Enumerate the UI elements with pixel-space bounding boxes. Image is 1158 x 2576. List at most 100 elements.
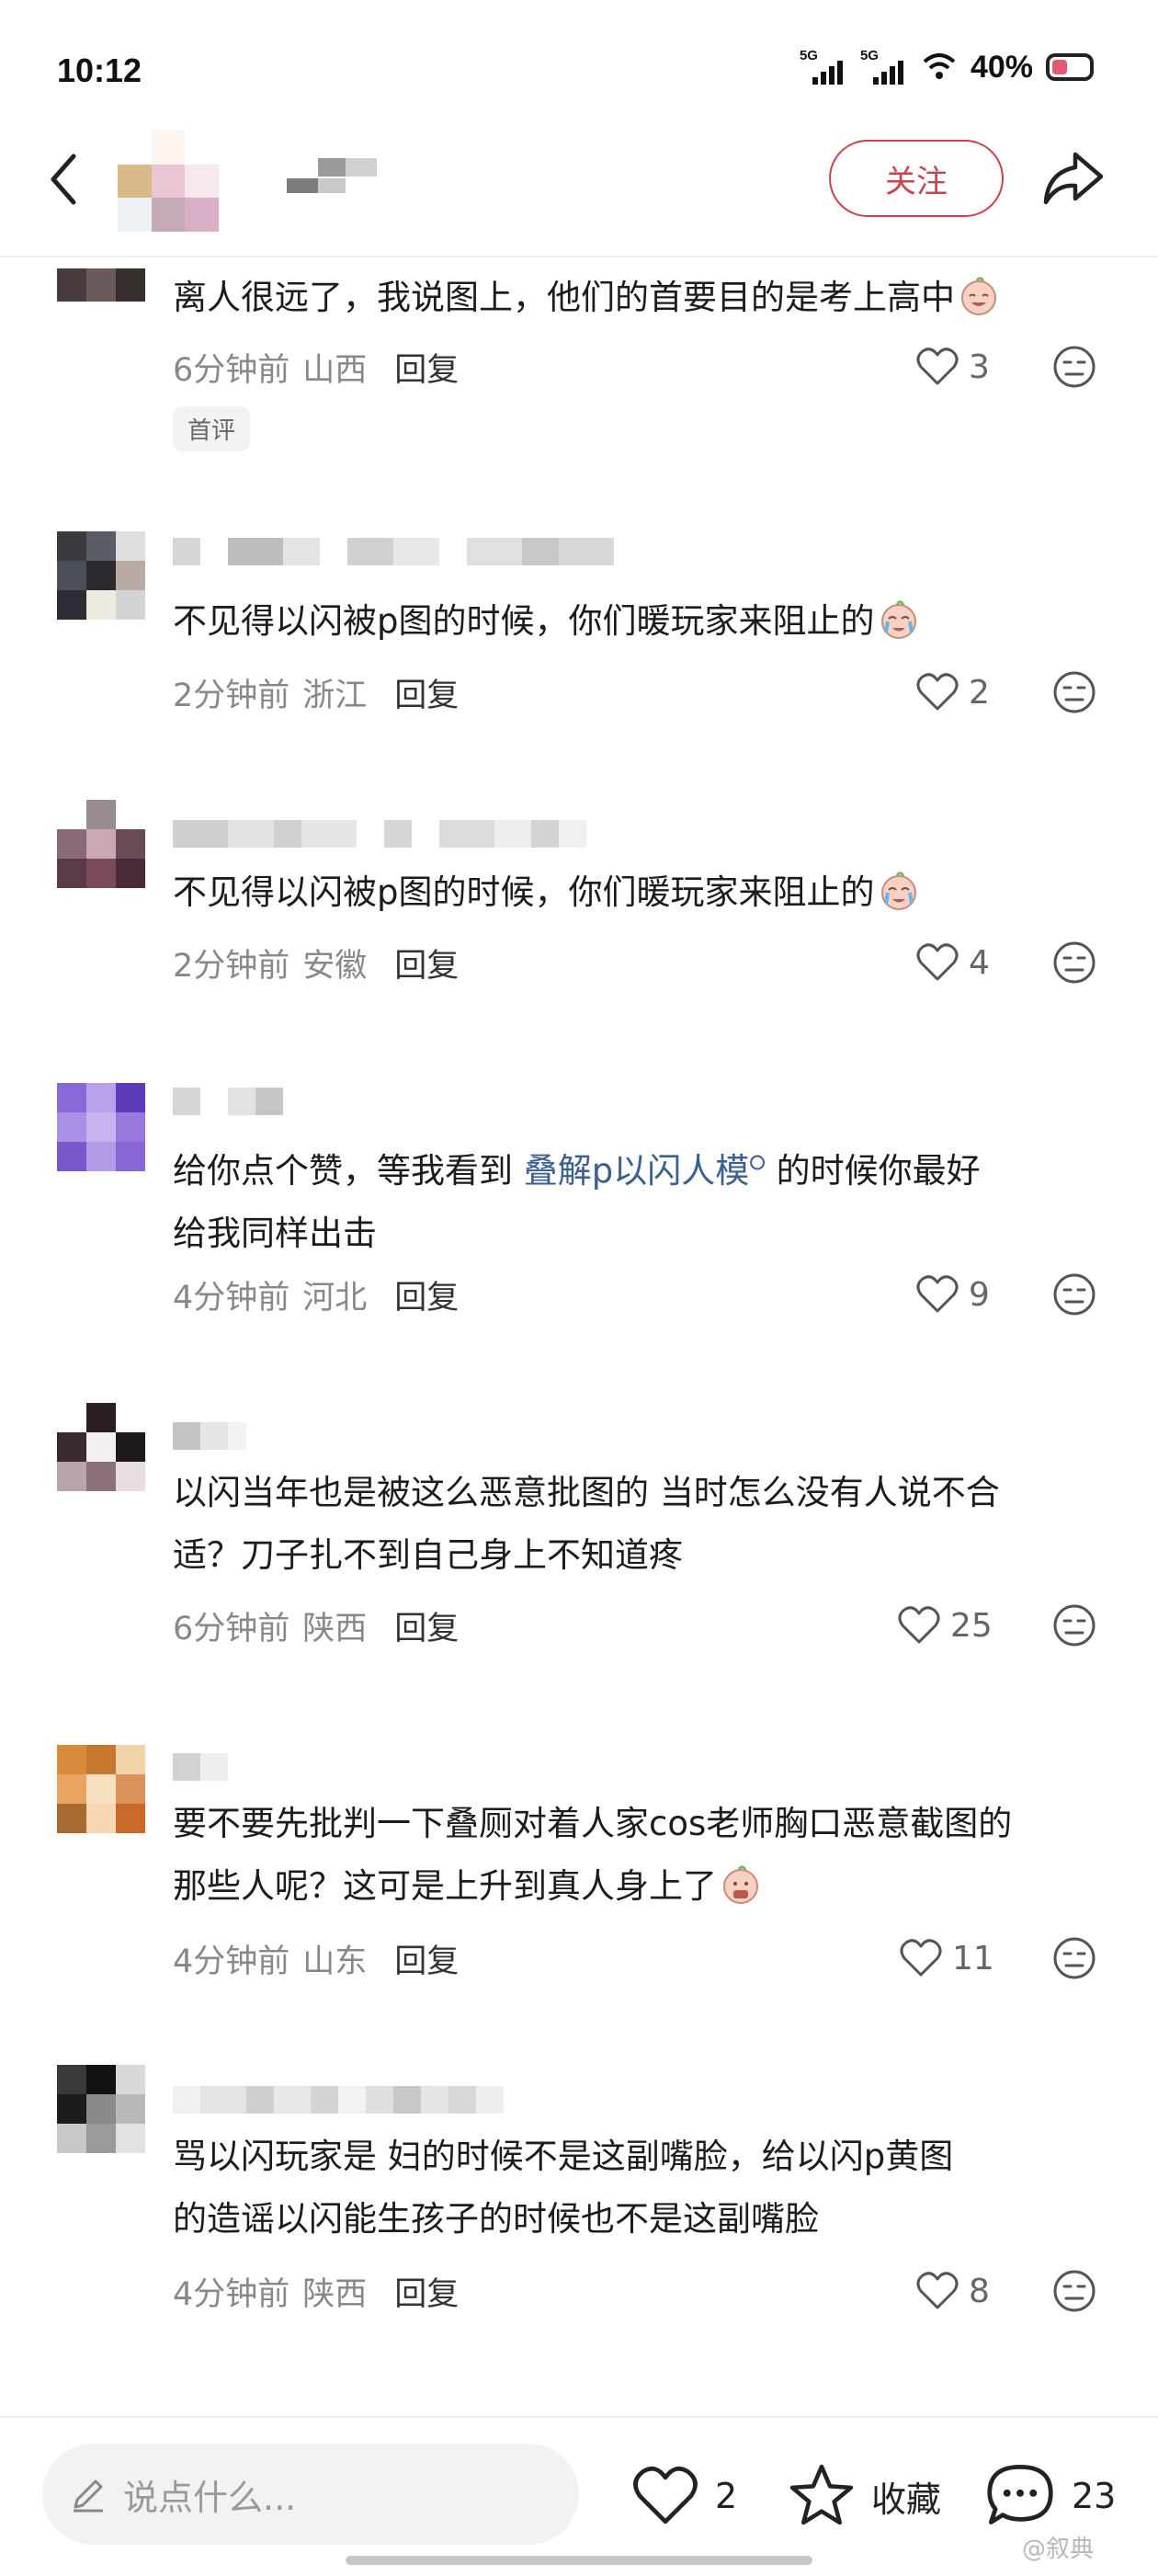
status-bar: 10:12 5G 5G 40%	[0, 0, 1158, 138]
comment-input-placeholder: 说点什么...	[123, 2477, 297, 2518]
reply-button[interactable]: 回复	[394, 1602, 459, 1649]
comment-bubble-icon	[987, 2464, 1053, 2525]
star-icon	[789, 2464, 854, 2525]
comment-meta: 2分钟前 安徽 回复	[173, 935, 459, 990]
heart-icon	[916, 1275, 959, 1313]
comment-time: 2分钟前	[173, 947, 290, 985]
reply-button[interactable]: 回复	[394, 669, 459, 716]
battery-percent: 40%	[970, 49, 1033, 85]
like-button[interactable]: 2	[915, 665, 990, 720]
commenter-avatar[interactable]	[57, 1745, 145, 1833]
comment-time: 6分钟前	[173, 351, 290, 389]
like-button[interactable]: 3	[915, 339, 990, 394]
dislike-face-icon[interactable]	[1051, 940, 1097, 986]
like-count: 2	[969, 673, 990, 712]
like-button[interactable]: 9	[915, 1267, 990, 1322]
like-button[interactable]: 11	[899, 1931, 994, 1986]
comment-region: 陕西	[302, 1610, 368, 1647]
share-icon[interactable]	[1040, 147, 1107, 211]
dislike-face-icon[interactable]	[1051, 2268, 1097, 2314]
search-icon[interactable]: ⭘	[749, 1152, 766, 1175]
commenter-name[interactable]	[173, 2080, 504, 2120]
comment-text: 离人很远了，我说图上，他们的首要目的是考上高中	[173, 267, 1129, 329]
dislike-face-icon[interactable]	[1051, 1935, 1097, 1981]
author-name[interactable]	[287, 154, 379, 199]
heart-icon	[916, 673, 959, 711]
commenter-avatar[interactable]	[57, 531, 145, 620]
commenter-name[interactable]	[173, 1747, 228, 1787]
bottom-like-button[interactable]: 2	[630, 2455, 737, 2537]
comments-button[interactable]: 23	[983, 2455, 1116, 2537]
dislike-face-icon[interactable]	[1051, 1271, 1097, 1317]
comment-time: 6分钟前	[173, 1610, 290, 1647]
like-count: 8	[969, 2272, 990, 2310]
cry-emoji	[880, 600, 916, 639]
comment-region: 浙江	[302, 677, 368, 714]
like-count: 25	[950, 1606, 993, 1645]
heart-icon	[916, 2272, 959, 2309]
comment-meta: 6分钟前 山西 回复	[173, 339, 459, 394]
shocked-emoji	[723, 1865, 758, 1904]
dislike-face-icon[interactable]	[1051, 669, 1097, 715]
comment-region: 山西	[302, 351, 368, 389]
collect-button[interactable]: 收藏	[787, 2455, 941, 2537]
comment-meta: 6分钟前 陕西 回复	[173, 1598, 459, 1653]
watermark: @叙典	[1022, 2536, 1095, 2563]
comment-input[interactable]: 说点什么...	[42, 2444, 579, 2545]
reply-button[interactable]: 回复	[394, 940, 459, 986]
reply-button[interactable]: 回复	[394, 1935, 459, 1982]
reply-button[interactable]: 回复	[394, 344, 459, 391]
comment-time: 4分钟前	[173, 2275, 290, 2313]
home-indicator[interactable]	[346, 2556, 812, 2565]
status-time: 10:12	[57, 51, 142, 89]
like-button[interactable]: 25	[897, 1598, 993, 1653]
bottom-like-count: 2	[715, 2476, 738, 2516]
header-divider	[0, 256, 1158, 257]
comments-count: 23	[1072, 2476, 1117, 2516]
dislike-face-icon[interactable]	[1051, 344, 1097, 390]
comment-text: 以闪当年也是被这么恶意批图的 当时怎么没有人说不合 适？刀子扎不到自己身上不知道…	[173, 1473, 1000, 1575]
reply-button[interactable]: 回复	[394, 1271, 459, 1318]
signal-icon: 5G	[800, 48, 847, 86]
commenter-avatar[interactable]	[57, 1403, 145, 1491]
commenter-name[interactable]	[173, 1416, 246, 1456]
battery-icon	[1046, 53, 1094, 81]
commenter-name[interactable]	[173, 1081, 283, 1122]
commenter-name[interactable]	[173, 814, 586, 854]
comment-text: 骂以闪玩家是 妇的时候不是这副嘴脸，给以闪p黄图 的造谣以闪能生孩子的时候也不是…	[173, 2137, 954, 2239]
comment-time: 4分钟前	[173, 1943, 290, 1980]
heart-icon	[916, 943, 959, 981]
comment-text: 要不要先批判一下叠厕对着人家cos老师胸口恶意截图的 那些人呢？这可是上升到真人…	[173, 1804, 1013, 1906]
follow-button[interactable]: 关注	[829, 140, 1004, 217]
dislike-face-icon[interactable]	[1051, 1602, 1097, 1648]
commenter-name[interactable]	[173, 531, 614, 572]
pencil-icon	[74, 2479, 103, 2513]
comment-time: 4分钟前	[173, 1279, 290, 1316]
commenter-avatar[interactable]	[57, 268, 145, 302]
heart-icon	[900, 1939, 942, 1977]
back-arrow-icon[interactable]	[37, 147, 92, 211]
comment-region: 陕西	[302, 2275, 368, 2313]
author-avatar[interactable]	[118, 131, 219, 232]
like-button[interactable]: 4	[915, 935, 990, 990]
commenter-avatar[interactable]	[57, 1083, 145, 1171]
comment-meta: 4分钟前 河北 回复	[173, 1267, 459, 1322]
comment-time: 2分钟前	[173, 677, 290, 714]
reply-button[interactable]: 回复	[394, 2268, 459, 2315]
commenter-avatar[interactable]	[57, 800, 145, 888]
comment-text: 给你点个赞，等我看到 叠解p以闪人模⭘ 的时候你最好 给我同样出击	[173, 1151, 981, 1253]
collect-label: 收藏	[871, 2479, 942, 2520]
comment-meta: 2分钟前 浙江 回复	[173, 665, 459, 720]
comment-region: 山东	[302, 1943, 368, 1980]
like-button[interactable]: 8	[915, 2263, 990, 2319]
heart-icon	[633, 2466, 698, 2525]
comment-text: 不见得以闪被p图的时候，你们暖玩家来阻止的	[173, 590, 1129, 653]
like-count: 4	[969, 943, 990, 982]
commenter-avatar[interactable]	[57, 2065, 145, 2153]
bottom-action-bar: 说点什么... 2 收藏 23	[0, 2416, 1158, 2576]
heart-icon	[898, 1606, 940, 1644]
search-link[interactable]: 叠解p以闪人模	[524, 1151, 750, 1191]
like-count: 11	[952, 1939, 994, 1978]
comment-region: 河北	[302, 1279, 368, 1316]
first-comment-badge: 首评	[173, 406, 251, 451]
